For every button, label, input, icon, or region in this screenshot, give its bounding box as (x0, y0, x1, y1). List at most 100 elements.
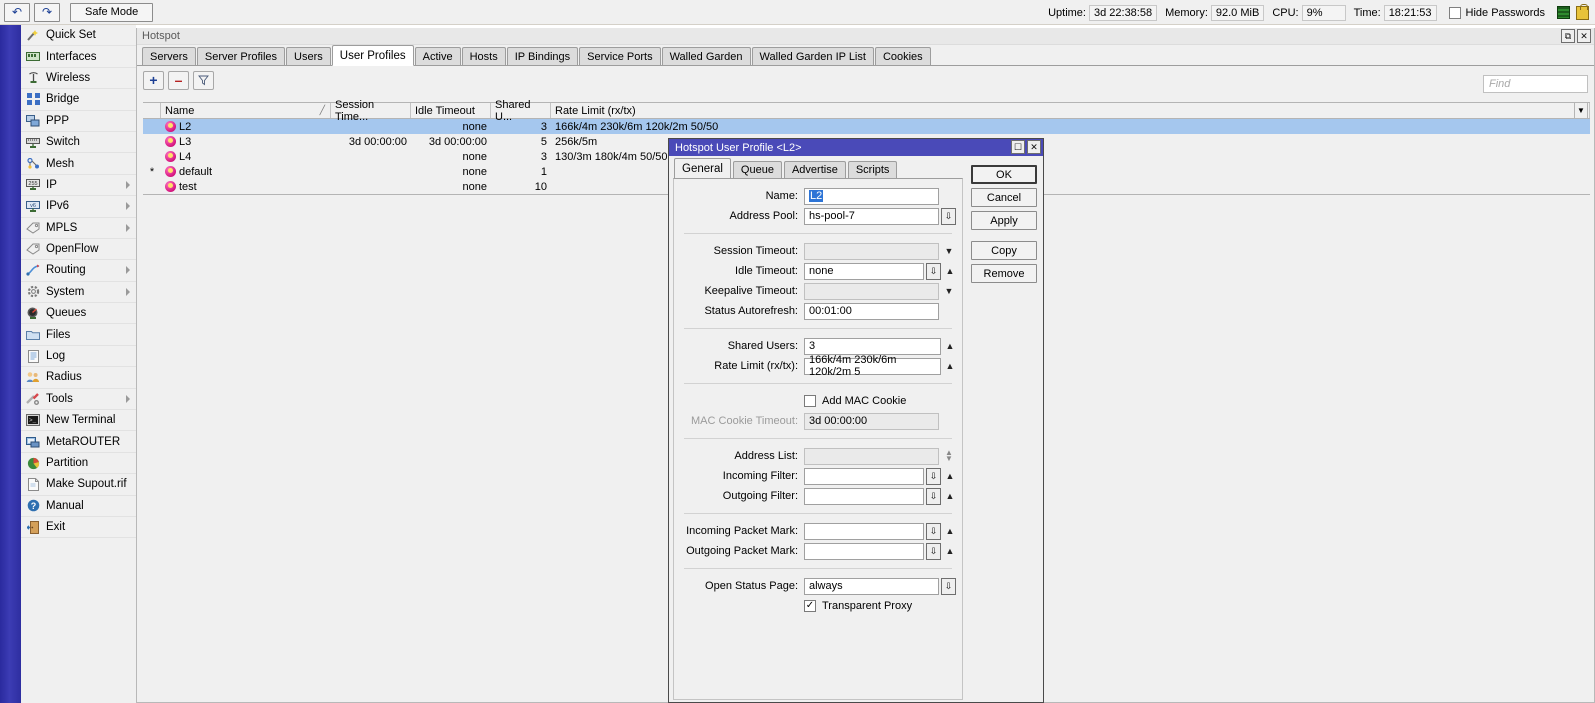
column-menu-button[interactable]: ▼ (1574, 102, 1588, 119)
outgoing-filter-input[interactable] (804, 487, 924, 505)
ok-button[interactable]: OK (971, 165, 1037, 184)
apply-button[interactable]: Apply (971, 211, 1037, 230)
keepalive-timeout-expand-button[interactable]: ▼ (942, 283, 956, 300)
tab-ip-bindings[interactable]: IP Bindings (506, 47, 579, 65)
mac-cookie-timeout-input[interactable]: 3d 00:00:00 (804, 412, 939, 430)
shared-users-collapse-button[interactable]: ▲ (944, 338, 956, 355)
incoming-filter-dropdown-button[interactable]: ⇩ (926, 467, 941, 485)
sidebar-item-log[interactable]: Log (21, 345, 136, 368)
tab-hosts[interactable]: Hosts (461, 47, 506, 65)
sidebar-item-quick-set[interactable]: Quick Set (21, 25, 136, 47)
sidebar-item-wireless[interactable]: Wireless (21, 67, 136, 90)
outgoing-packet-mark-dropdown-button[interactable]: ⇩ (926, 542, 941, 560)
shared-users-input[interactable]: 3 (804, 337, 941, 355)
column-header-shared-u[interactable]: Shared U... (491, 99, 551, 123)
restore-icon[interactable]: ⧉ (1561, 29, 1575, 43)
incoming-packet-mark-collapse-button[interactable]: ▲ (944, 523, 956, 540)
sidebar-item-radius[interactable]: Radius (21, 367, 136, 389)
sidebar-item-files[interactable]: Files (21, 324, 136, 346)
find-input[interactable]: Find (1483, 75, 1588, 93)
tab-label: User Profiles (339, 49, 406, 62)
dialog-tab-advertise[interactable]: Advertise (783, 161, 846, 178)
sidebar-item-partition[interactable]: Partition (21, 452, 136, 475)
dialog-tab-scripts[interactable]: Scripts (847, 161, 898, 178)
copy-button[interactable]: Copy (971, 241, 1037, 260)
sidebar-item-tools[interactable]: Tools (21, 388, 136, 411)
tab-cookies[interactable]: Cookies (874, 47, 931, 65)
column-header-name[interactable]: Name ╱ (161, 103, 331, 118)
dialog-tab-queue[interactable]: Queue (732, 161, 782, 178)
incoming-filter-input[interactable] (804, 467, 924, 485)
name-input[interactable]: L2 (804, 187, 939, 205)
session-timeout-input[interactable] (804, 242, 939, 260)
sidebar-item-mpls[interactable]: MPLS (21, 217, 136, 239)
idle-timeout-input[interactable]: none (804, 262, 924, 280)
add-button[interactable]: + (143, 70, 164, 90)
sidebar-item-interfaces[interactable]: Interfaces (21, 46, 136, 68)
tab-servers[interactable]: Servers (142, 47, 196, 65)
close-icon[interactable]: ✕ (1027, 140, 1041, 154)
sidebar-item-system[interactable]: System (21, 281, 136, 304)
rate-limit-collapse-button[interactable]: ▲ (944, 358, 956, 375)
main-toolbar: ↶ ↷ Safe Mode Uptime: 3d 22:38:58 Memory… (0, 0, 1595, 25)
sidebar-item-queues[interactable]: Queues (21, 303, 136, 325)
open-status-page-input[interactable]: always (804, 577, 939, 595)
incoming-packet-mark-dropdown-button[interactable]: ⇩ (926, 522, 941, 540)
column-header-rate-limit-rx-tx[interactable]: Rate Limit (rx/tx) (551, 103, 1590, 118)
transparent-proxy-checkbox[interactable]: ✓ (804, 600, 816, 612)
keepalive-timeout-input[interactable] (804, 282, 939, 300)
sidebar-item-manual[interactable]: ? Manual (21, 495, 136, 517)
filter-button[interactable] (193, 70, 214, 90)
idle-timeout-dropdown-button[interactable]: ⇩ (926, 262, 941, 280)
idle-timeout-collapse-button[interactable]: ▲ (944, 263, 956, 280)
sidebar-item-mesh[interactable]: Mesh (21, 153, 136, 175)
close-icon[interactable]: ✕ (1577, 29, 1591, 43)
sidebar-item-routing[interactable]: Routing (21, 260, 136, 282)
outgoing-packet-mark-input[interactable] (804, 542, 924, 560)
session-timeout-expand-button[interactable]: ▼ (942, 243, 956, 260)
outgoing-filter-collapse-button[interactable]: ▲ (944, 488, 956, 505)
rate-limit-input[interactable]: 166k/4m 230k/6m 120k/2m 5 (804, 354, 941, 378)
tab-service-ports[interactable]: Service Ports (579, 47, 661, 65)
back-button[interactable]: ↶ (4, 2, 30, 22)
maximize-icon[interactable]: ☐ (1011, 140, 1025, 154)
tab-user-profiles[interactable]: User Profiles (331, 45, 414, 66)
sidebar-item-openflow[interactable]: OpenFlow (21, 238, 136, 261)
sidebar-item-new-terminal[interactable]: >_ New Terminal (21, 410, 136, 432)
forward-button[interactable]: ↷ (34, 2, 60, 22)
status-autorefresh-input[interactable]: 00:01:00 (804, 302, 939, 320)
sidebar-item-ipv6[interactable]: v6 IPv6 (21, 196, 136, 218)
outgoing-packet-mark-collapse-button[interactable]: ▲ (944, 543, 956, 560)
outgoing-filter-dropdown-button[interactable]: ⇩ (926, 487, 941, 505)
incoming-packet-mark-input[interactable] (804, 522, 924, 540)
open-status-page-dropdown-button[interactable]: ⇩ (941, 577, 956, 595)
column-header-session-time[interactable]: Session Time... (331, 99, 411, 123)
tab-users[interactable]: Users (286, 47, 331, 65)
tab-walled-garden[interactable]: Walled Garden (661, 47, 751, 65)
sidebar-item-ip[interactable]: 255 IP (21, 174, 136, 197)
sidebar-item-bridge[interactable]: Bridge (21, 89, 136, 111)
incoming-filter-collapse-button[interactable]: ▲ (944, 468, 956, 485)
address-pool-dropdown-button[interactable]: ⇩ (941, 207, 956, 225)
column-header-idle-timeout[interactable]: Idle Timeout (411, 103, 491, 118)
cancel-button[interactable]: Cancel (971, 188, 1037, 207)
address-list-stepper[interactable]: ▲ ▼ (942, 448, 956, 465)
sidebar-item-metarouter[interactable]: MetaROUTER (21, 431, 136, 453)
sidebar-item-switch[interactable]: Switch (21, 131, 136, 154)
transparent-proxy-label: Transparent Proxy (822, 600, 913, 612)
add-mac-cookie-checkbox[interactable] (804, 395, 816, 407)
address-list-input[interactable] (804, 447, 939, 465)
hide-passwords-checkbox[interactable] (1448, 6, 1461, 19)
tab-walled-garden-ip-list[interactable]: Walled Garden IP List (751, 47, 874, 65)
tab-active[interactable]: Active (414, 47, 461, 65)
sidebar-item-exit[interactable]: Exit (21, 516, 136, 539)
address-pool-input[interactable]: hs-pool-7 (804, 207, 939, 225)
plus-icon: + (149, 72, 158, 88)
tab-server-profiles[interactable]: Server Profiles (196, 47, 286, 65)
safe-mode-button[interactable]: Safe Mode (70, 2, 154, 22)
remove-button[interactable]: – (168, 70, 189, 90)
remove-button[interactable]: Remove (971, 264, 1037, 283)
sidebar-item-ppp[interactable]: PPP (21, 110, 136, 132)
dialog-tab-general[interactable]: General (674, 158, 731, 178)
sidebar-item-make-supout-rif[interactable]: Make Supout.rif (21, 474, 136, 496)
